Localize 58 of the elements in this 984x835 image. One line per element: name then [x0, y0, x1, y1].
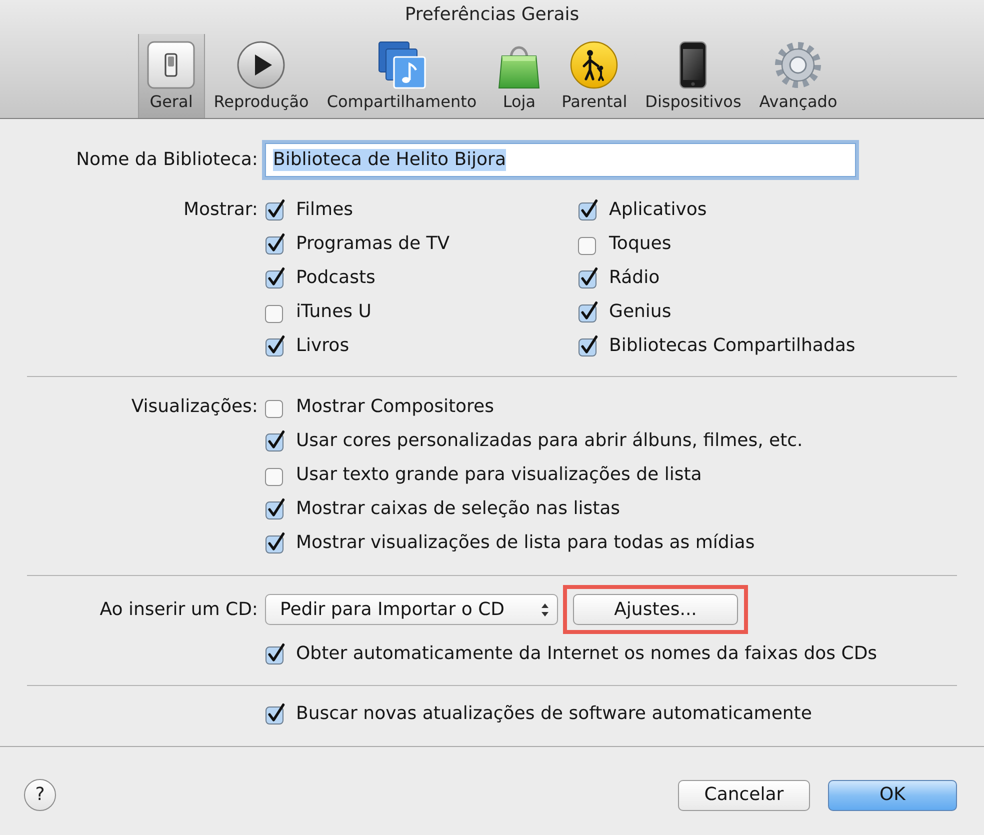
checkbox[interactable]: [578, 236, 596, 254]
field-label: Visualizações:: [131, 395, 258, 419]
checkbox-label: Usar texto grande para visualizações de lista: [296, 464, 702, 486]
checkbox[interactable]: [265, 532, 285, 554]
settings-button[interactable]: Ajustes...: [573, 594, 738, 625]
field-label: Ao inserir um CD:: [100, 598, 258, 622]
gear-icon: [774, 41, 822, 89]
checkbox-label: Buscar novas atualizações de software automaticamente: [296, 703, 812, 725]
checkbox[interactable]: [578, 335, 598, 357]
checkbox-label: Livros: [296, 335, 350, 357]
checkbox[interactable]: [265, 468, 283, 486]
help-button[interactable]: ?: [24, 779, 56, 811]
checkbox-label: Mostrar visualizações de lista para todas as mídias: [296, 532, 755, 554]
toggle-switch-icon: [147, 41, 196, 89]
checkbox-label: Genius: [609, 301, 672, 323]
checkbox-label: Rádio: [609, 267, 660, 289]
field-label: Nome da Biblioteca:: [76, 148, 258, 172]
text-field[interactable]: Biblioteca de Helito Bijora: [265, 143, 856, 177]
checkbox-label: Aplicativos: [609, 199, 707, 221]
toolbar-tab[interactable]: Compartilhamento: [318, 34, 486, 118]
ok-button[interactable]: OK: [828, 780, 957, 810]
checkbox[interactable]: [265, 498, 285, 520]
checkbox[interactable]: [265, 400, 283, 418]
toolbar-tab[interactable]: Loja: [486, 34, 553, 118]
checkbox-label: Obter automaticamente da Internet os nomes da faixas dos CDs: [296, 643, 878, 665]
window-title: Preferências Gerais: [404, 5, 580, 25]
toolbar-tab[interactable]: Geral: [138, 34, 205, 118]
checkbox[interactable]: [265, 430, 285, 452]
checkbox-label: Podcasts: [296, 267, 376, 289]
toolbar-tab[interactable]: Dispositivos: [636, 34, 750, 118]
checkbox-label: Programas de TV: [296, 233, 450, 255]
checkbox-label: Bibliotecas Compartilhadas: [609, 335, 856, 357]
checkbox[interactable]: [265, 233, 285, 255]
cancel-button[interactable]: Cancelar: [678, 780, 810, 810]
checkbox-label: Mostrar Compositores: [296, 396, 494, 418]
checkbox[interactable]: [578, 199, 598, 221]
toolbar-tab[interactable]: Reprodução: [204, 34, 318, 118]
checkbox-label: Toques: [609, 233, 672, 255]
music-squares-icon: [378, 41, 426, 89]
checkbox[interactable]: [265, 199, 285, 221]
checkbox-label: Filmes: [296, 199, 354, 221]
checkbox[interactable]: [265, 267, 285, 289]
checkbox[interactable]: [265, 643, 285, 665]
dropdown[interactable]: Pedir para Importar o CD: [265, 594, 558, 625]
checkbox-label: Mostrar caixas de seleção nas listas: [296, 498, 620, 520]
checkbox[interactable]: [578, 267, 598, 289]
checkbox[interactable]: [265, 703, 285, 725]
toolbar-tab[interactable]: Parental: [552, 34, 636, 118]
checkbox-label: iTunes U: [296, 301, 372, 323]
up-down-arrows-icon: [541, 602, 549, 616]
play-icon: [237, 41, 286, 89]
toolbar-tab[interactable]: Avançado: [750, 34, 846, 118]
checkbox[interactable]: [265, 304, 283, 322]
adult-child-icon: [570, 41, 618, 89]
checkbox[interactable]: [265, 335, 285, 357]
field-label: Mostrar:: [183, 198, 258, 222]
checkbox-label: Usar cores personalizadas para abrir álbuns, filmes, etc.: [296, 430, 803, 452]
checkbox[interactable]: [578, 301, 598, 323]
